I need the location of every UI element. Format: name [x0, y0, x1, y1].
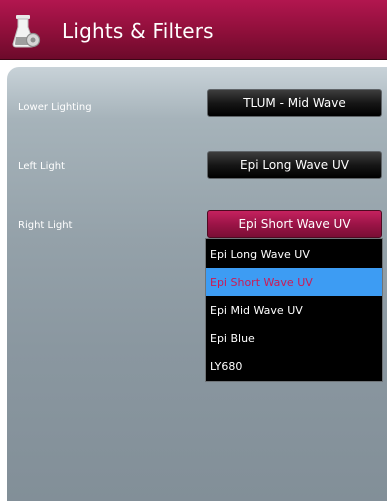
dropdown-option-ly680[interactable]: LY680	[206, 352, 382, 380]
dropdown-option-epi-blue[interactable]: Epi Blue	[206, 324, 382, 352]
lights-panel: Lower Lighting TLUM - Mid Wave Left Ligh…	[7, 67, 387, 501]
right-light-dropdown: Epi Long Wave UV Epi Short Wave UV Epi M…	[205, 238, 383, 382]
dropdown-option-epi-mid-wave-uv[interactable]: Epi Mid Wave UV	[206, 296, 382, 324]
left-light-select[interactable]: Epi Long Wave UV	[207, 151, 382, 179]
lower-lighting-select[interactable]: TLUM - Mid Wave	[207, 89, 382, 117]
right-light-select[interactable]: Epi Short Wave UV	[207, 210, 382, 238]
dropdown-option-epi-short-wave-uv[interactable]: Epi Short Wave UV	[206, 268, 382, 296]
left-light-label: Left Light	[18, 161, 65, 172]
settings-flask-icon	[12, 15, 41, 48]
dropdown-option-epi-long-wave-uv[interactable]: Epi Long Wave UV	[206, 240, 382, 268]
lower-lighting-label: Lower Lighting	[18, 102, 92, 113]
page-title: Lights & Filters	[62, 19, 214, 43]
app-header: Lights & Filters	[0, 0, 387, 60]
right-light-label: Right Light	[18, 220, 73, 231]
